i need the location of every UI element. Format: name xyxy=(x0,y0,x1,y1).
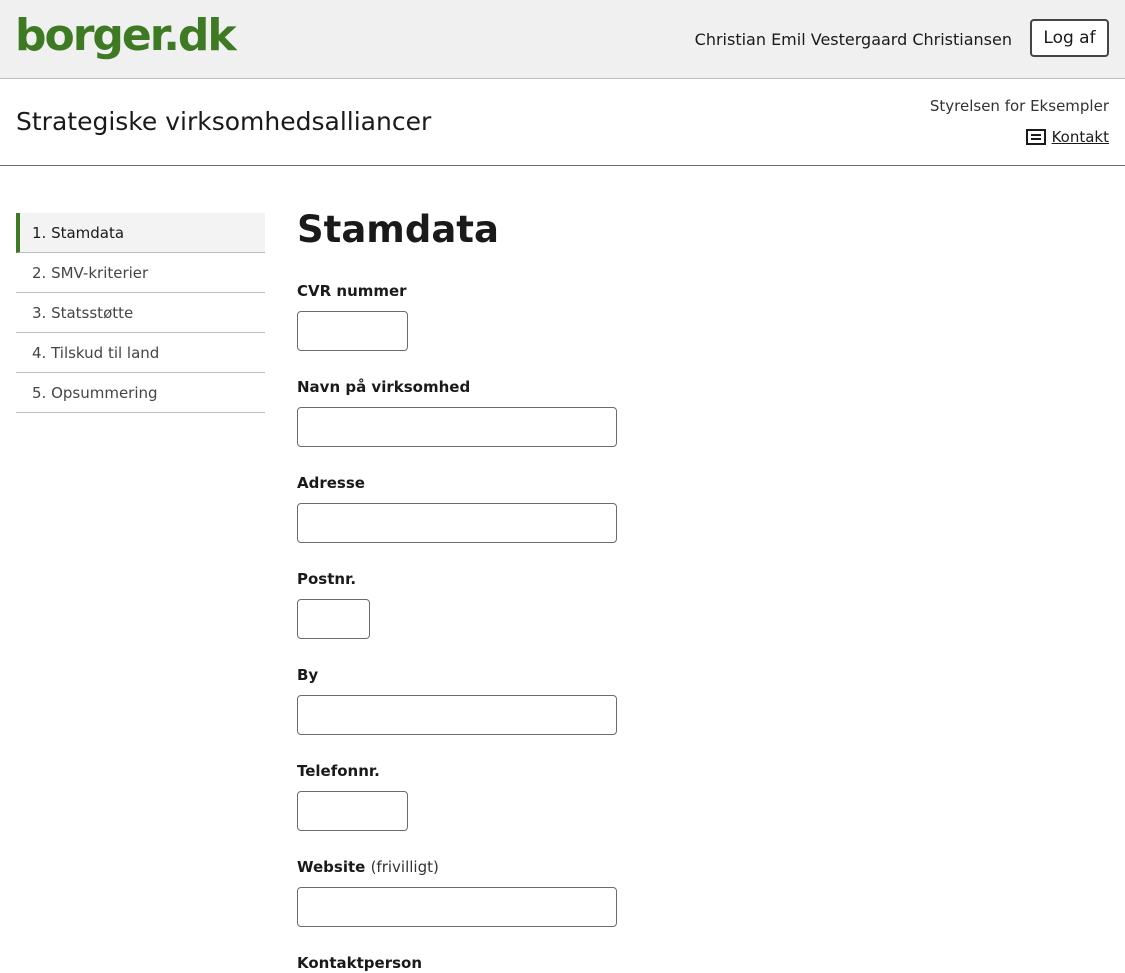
step-item-smv-kriterier[interactable]: 2. SMV-kriterier xyxy=(16,253,265,293)
website-label-text: Website xyxy=(297,858,366,876)
contact-label: Kontakt xyxy=(1051,128,1109,146)
step-item-tilskud-til-land[interactable]: 4. Tilskud til land xyxy=(16,333,265,373)
step-item-opsummering[interactable]: 5. Opsummering xyxy=(16,373,265,413)
contact-person-label: Kontaktperson xyxy=(297,954,423,972)
user-name: Christian Emil Vestergaard Christiansen xyxy=(694,30,1012,49)
service-title: Strategiske virksomhedsalliancer xyxy=(16,107,432,136)
contact-person-field-group: Kontaktperson xyxy=(297,953,422,973)
contact-link[interactable]: Kontakt xyxy=(1025,128,1109,146)
postal-code-field-group: Postnr. xyxy=(297,569,370,639)
step-navigation: 1. Stamdata 2. SMV-kriterier 3. Statsstø… xyxy=(16,213,265,413)
page-title: Stamdata xyxy=(297,208,499,251)
optional-hint: (frivilligt) xyxy=(370,858,439,876)
main-content: Stamdata CVR nummer Navn på virksomhed A… xyxy=(297,205,1097,972)
contact-card-icon xyxy=(1025,129,1046,145)
website-input[interactable] xyxy=(297,887,617,927)
city-label: By xyxy=(297,666,319,684)
step-item-stamdata[interactable]: 1. Stamdata xyxy=(16,213,265,253)
phone-label: Telefonnr. xyxy=(297,762,380,780)
step-item-statsstotte[interactable]: 3. Statsstøtte xyxy=(16,293,265,333)
company-name-field-group: Navn på virksomhed xyxy=(297,377,617,447)
city-input[interactable] xyxy=(297,695,617,735)
postal-code-input[interactable] xyxy=(297,599,370,639)
top-bar: borger.dk Christian Emil Vestergaard Chr… xyxy=(0,0,1125,79)
website-field-group: Website (frivilligt) xyxy=(297,857,617,927)
logout-button[interactable]: Log af xyxy=(1030,19,1109,57)
phone-input[interactable] xyxy=(297,791,408,831)
city-field-group: By xyxy=(297,665,617,735)
service-header: Strategiske virksomhedsalliancer Styrels… xyxy=(0,79,1125,166)
cvr-label: CVR nummer xyxy=(297,282,407,300)
address-label: Adresse xyxy=(297,474,365,492)
company-name-label: Navn på virksomhed xyxy=(297,378,471,396)
cvr-field-group: CVR nummer xyxy=(297,281,408,351)
phone-field-group: Telefonnr. xyxy=(297,761,408,831)
address-input[interactable] xyxy=(297,503,617,543)
agency-name: Styrelsen for Eksempler xyxy=(929,97,1109,115)
cvr-input[interactable] xyxy=(297,311,408,351)
website-label: Website (frivilligt) xyxy=(297,857,617,877)
borger-dk-logo[interactable]: borger.dk xyxy=(15,8,237,64)
address-field-group: Adresse xyxy=(297,473,617,543)
postal-code-label: Postnr. xyxy=(297,570,357,588)
company-name-input[interactable] xyxy=(297,407,617,447)
